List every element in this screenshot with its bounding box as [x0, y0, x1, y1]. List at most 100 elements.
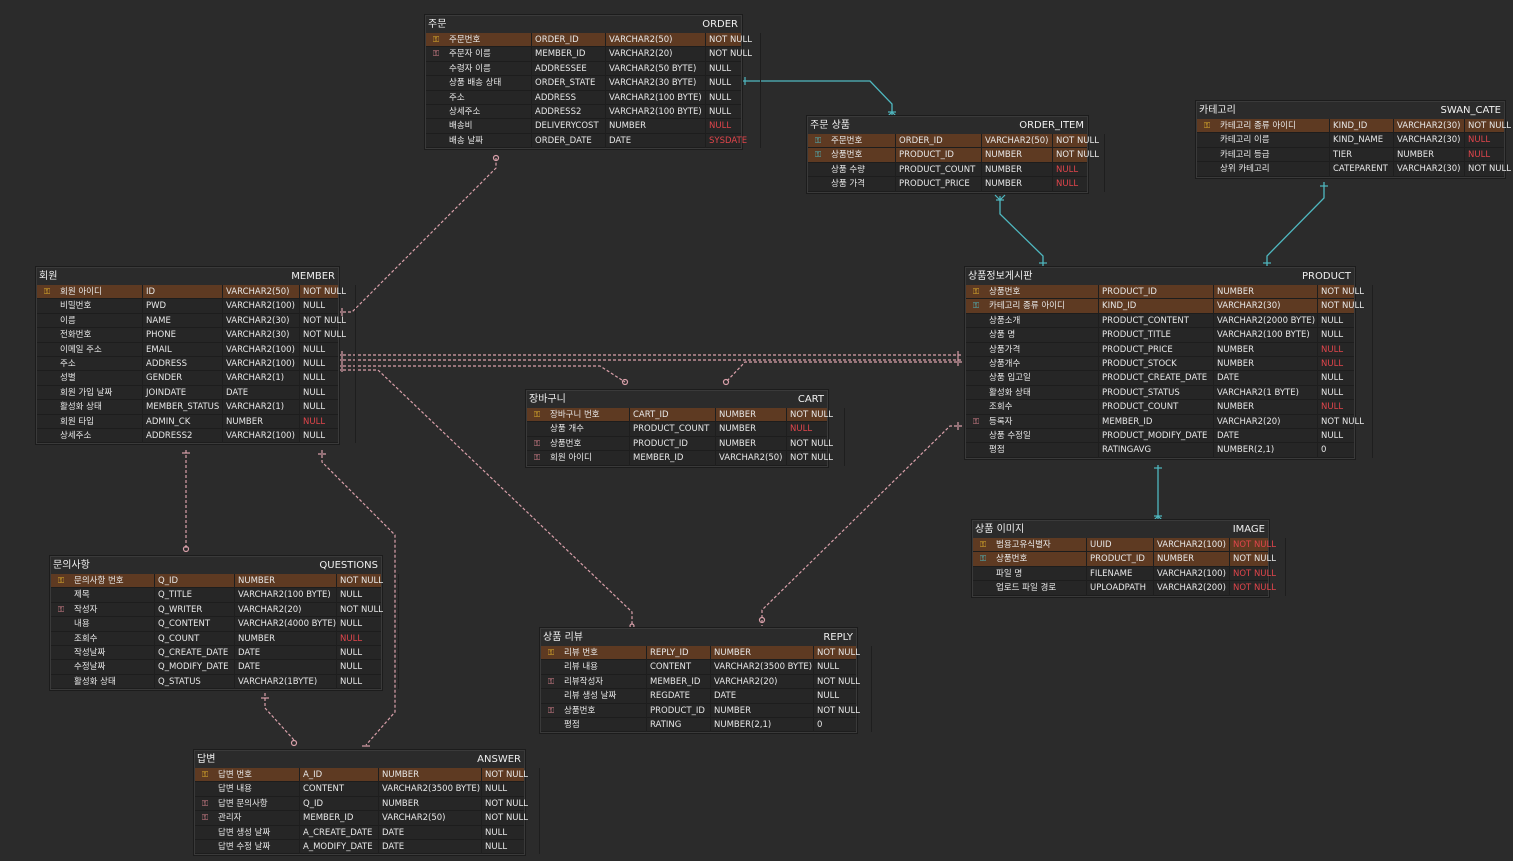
- column-row[interactable]: 상세주소 ADDRESS2 VARCHAR2(100 BYTE) NULL: [426, 104, 761, 120]
- column-row[interactable]: 상품 수량 PRODUCT_COUNT NUMBER NULL: [808, 162, 1105, 178]
- column-row[interactable]: 답변 수정 날짜 A_MODIFY_DATE DATE NULL: [195, 839, 540, 855]
- column-row[interactable]: ⚿ 회원 아이디 MEMBER_ID VARCHAR2(50) NOT NULL: [527, 451, 845, 466]
- column-row[interactable]: 리뷰 내용 CONTENT VARCHAR2(3500 BYTE) NULL: [541, 660, 872, 675]
- table-order-item[interactable]: 주문 상품 ORDER_ITEM ⚿ 주문번호 ORDER_ID VARCHAR2(50)…: [807, 116, 1105, 193]
- column-row[interactable]: 리뷰 생성 날짜 REGDATE DATE NULL: [541, 689, 872, 704]
- column-row[interactable]: 전화번호 PHONE VARCHAR2(30) NOT NULL: [37, 328, 356, 343]
- column-row[interactable]: ⚿ 리뷰 번호 REPLY_ID NUMBER NOT NULL: [541, 646, 872, 661]
- column-row[interactable]: ⚿ 관리자 MEMBER_ID VARCHAR2(50) NOT NULL: [195, 811, 540, 826]
- column-row[interactable]: 조회수 Q_COUNT NUMBER NULL: [51, 631, 399, 646]
- column-row[interactable]: 상품 입고일 PRODUCT_CREATE_DATE DATE NULL: [966, 371, 1373, 386]
- column-row[interactable]: 상위 카테고리 CATEPARENT VARCHAR2(30) NOT NULL: [1197, 162, 1511, 177]
- column-row[interactable]: 주소 ADDRESS VARCHAR2(100 BYTE) NULL: [426, 90, 761, 105]
- column-row[interactable]: 수정날짜 Q_MODIFY_DATE DATE NULL: [51, 660, 399, 675]
- column-row[interactable]: 상품소개 PRODUCT_CONTENT VARCHAR2(2000 BYTE) NU…: [966, 313, 1373, 329]
- column-row[interactable]: 성별 GENDER VARCHAR2(1) NULL: [37, 371, 356, 386]
- column-logical-name: 리뷰작성자: [561, 674, 647, 690]
- column-row[interactable]: ⚿ 등록자 MEMBER_ID VARCHAR2(20) NOT NULL: [966, 414, 1373, 429]
- column-row[interactable]: 상품 개수 PRODUCT_COUNT NUMBER NULL: [527, 422, 845, 437]
- column-row[interactable]: 배송 날짜 ORDER_DATE DATE SYSDATE: [426, 133, 761, 149]
- column-row[interactable]: ⚿ 주문번호 ORDER_ID VARCHAR2(50) NOT NULL: [426, 33, 761, 48]
- column-row[interactable]: 상품 수정일 PRODUCT_MODIFY_DATE DATE NULL: [966, 428, 1373, 444]
- column-row[interactable]: 활성화 상태 PRODUCT_STATUS VARCHAR2(1 BYTE) NULL: [966, 385, 1373, 401]
- column-row[interactable]: 상품 배송 상태 ORDER_STATE VARCHAR2(30 BYTE) NULL: [426, 76, 761, 91]
- column-row[interactable]: 상품 가격 PRODUCT_PRICE NUMBER NULL: [808, 177, 1105, 192]
- column-row[interactable]: ⚿ 회원 아이디 ID VARCHAR2(50) NOT NULL: [37, 285, 356, 300]
- column-row[interactable]: 활성화 상태 MEMBER_STATUS VARCHAR2(1) NULL: [37, 400, 356, 415]
- column-row[interactable]: 내용 Q_CONTENT VARCHAR2(4000 BYTE) NULL: [51, 617, 399, 632]
- column-row[interactable]: 회원 타입 ADMIN_CK NUMBER NULL: [37, 414, 356, 429]
- column-row[interactable]: ⚿ 주문번호 ORDER_ID VARCHAR2(50) NOT NULL: [808, 134, 1105, 149]
- column-physical-name: JOINDATE: [143, 385, 223, 401]
- column-logical-name: 회원 타입: [57, 414, 143, 429]
- foreign-key-icon: ⚿: [201, 798, 209, 808]
- column-row[interactable]: 상품개수 PRODUCT_STOCK NUMBER NULL: [966, 356, 1373, 372]
- column-nullable: NOT NULL: [706, 47, 761, 62]
- column-row[interactable]: 상품가격 PRODUCT_PRICE NUMBER NULL: [966, 342, 1373, 357]
- column-row[interactable]: 평점 RATING NUMBER(2,1) 0: [541, 717, 872, 733]
- column-row[interactable]: 카테고리 이름 KIND_NAME VARCHAR2(30) NULL: [1197, 133, 1504, 148]
- column-row[interactable]: 이메일 주소 EMAIL VARCHAR2(100) NULL: [37, 342, 356, 357]
- column-row[interactable]: ⚿ 상품번호 PRODUCT_ID NUMBER NOT NULL: [966, 285, 1373, 300]
- table-questions[interactable]: 문의사항 QUESTIONS ⚿ 문의사항 번호 Q_ID NUMBER NOT NULL 제…: [50, 556, 399, 691]
- column-row[interactable]: 제목 Q_TITLE VARCHAR2(100 BYTE) NULL: [51, 588, 399, 603]
- column-row[interactable]: 비밀번호 PWD VARCHAR2(100) NULL: [37, 299, 356, 314]
- column-row[interactable]: 배송비 DELIVERYCOST NUMBER NULL: [426, 119, 761, 134]
- column-row[interactable]: ⚿ 답변 번호 A_ID NUMBER NOT NULL: [195, 768, 540, 783]
- column-physical-name: PRODUCT_TITLE: [1099, 328, 1214, 343]
- column-row[interactable]: 조회수 PRODUCT_COUNT NUMBER NULL: [966, 400, 1373, 415]
- table-cart[interactable]: 장바구니 CART ⚿ 장바구니 번호 CART_ID NUMBER NOT NULL 상품 …: [526, 390, 845, 467]
- column-nullable: NULL: [1318, 342, 1373, 357]
- column-type: VARCHAR2(100 BYTE): [606, 90, 706, 105]
- column-physical-name: Q_COUNT: [155, 631, 235, 646]
- column-logical-name: 관리자: [215, 811, 300, 826]
- column-row[interactable]: 이름 NAME VARCHAR2(30) NOT NULL: [37, 313, 356, 329]
- column-type: NUMBER: [982, 177, 1053, 192]
- column-row[interactable]: 파일 명 FILENAME VARCHAR2(100) NOT NULL: [973, 566, 1286, 582]
- column-row[interactable]: ⚿ 카테고리 종류 아이디 KIND_ID VARCHAR2(30) NOT NULL: [1197, 119, 1511, 134]
- column-logical-name: 상품번호: [828, 148, 896, 163]
- table-order[interactable]: 주문 ORDER ⚿ 주문번호 ORDER_ID VARCHAR2(50) NOT NULL…: [425, 15, 761, 150]
- column-row[interactable]: 주소 ADDRESS VARCHAR2(100) NULL: [37, 356, 356, 372]
- column-row[interactable]: 작성날짜 Q_CREATE_DATE DATE NULL: [51, 645, 399, 661]
- column-row[interactable]: 카테고리 등급 TIER NUMBER NULL: [1197, 147, 1504, 163]
- table-answer[interactable]: 답변 ANSWER ⚿ 답변 번호 A_ID NUMBER NOT NULL 답변 내용 CON…: [194, 750, 540, 856]
- table-product[interactable]: 상품정보게시판 PRODUCT ⚿ 상품번호 PRODUCT_ID NUMBER NOT N…: [965, 267, 1373, 459]
- column-row[interactable]: ⚿ 리뷰작성자 MEMBER_ID VARCHAR2(20) NOT NULL: [541, 674, 872, 690]
- table-header: 주문 ORDER: [426, 16, 741, 33]
- column-row[interactable]: 답변 내용 CONTENT VARCHAR2(3500 BYTE) NULL: [195, 782, 540, 797]
- column-row[interactable]: 상품 명 PRODUCT_TITLE VARCHAR2(100 BYTE) NULL: [966, 328, 1373, 343]
- table-reply[interactable]: 상품 리뷰 REPLY ⚿ 리뷰 번호 REPLY_ID NUMBER NOT NULL 리뷰…: [540, 628, 872, 734]
- column-nullable: NOT NULL: [1318, 299, 1373, 314]
- column-logical-name: 상품개수: [986, 356, 1099, 372]
- table-logical-name: 회원: [39, 271, 58, 282]
- column-row[interactable]: 활성화 상태 Q_STATUS VARCHAR2(1BYTE) NULL: [51, 674, 399, 690]
- table-swan-cate[interactable]: 카테고리 SWAN_CATE ⚿ 카테고리 종류 아이디 KIND_ID VARCHAR2…: [1196, 101, 1511, 178]
- column-row[interactable]: ⚿ 범용고유식별자 UUID VARCHAR2(100) NOT NULL: [973, 538, 1286, 553]
- column-row[interactable]: ⚿ 장바구니 번호 CART_ID NUMBER NOT NULL: [527, 408, 845, 423]
- column-row[interactable]: ⚿ 상품번호 PRODUCT_ID NUMBER NOT NULL: [973, 552, 1286, 567]
- column-row[interactable]: ⚿ 작성자 Q_WRITER VARCHAR2(20) NOT NULL: [51, 602, 399, 618]
- column-row[interactable]: 회원 가입 날짜 JOINDATE DATE NULL: [37, 385, 356, 401]
- column-row[interactable]: ⚿ 상품번호 PRODUCT_ID NUMBER NOT NULL: [527, 436, 845, 452]
- column-row[interactable]: ⚿ 상품번호 PRODUCT_ID NUMBER NOT NULL: [541, 703, 872, 718]
- column-row[interactable]: ⚿ 주문자 이름 MEMBER_ID VARCHAR2(20) NOT NULL: [426, 47, 761, 62]
- column-row[interactable]: 업로드 파일 경로 UPLOADPATH VARCHAR2(200) NOT NULL: [973, 581, 1286, 596]
- table-image[interactable]: 상품 이미지 IMAGE ⚿ 범용고유식별자 UUID VARCHAR2(100) NOT …: [972, 520, 1286, 597]
- column-type: DATE: [1214, 428, 1318, 444]
- column-row[interactable]: ⚿ 카테고리 종류 아이디 KIND_ID VARCHAR2(30) NOT NULL: [966, 299, 1373, 314]
- column-row[interactable]: 답변 생성 날짜 A_CREATE_DATE DATE NULL: [195, 825, 540, 840]
- table-physical-name: MEMBER: [291, 271, 335, 282]
- table-header: 회원 MEMBER: [37, 268, 338, 285]
- column-nullable: NULL: [1318, 356, 1373, 372]
- table-member[interactable]: 회원 MEMBER ⚿ 회원 아이디 ID VARCHAR2(50) NOT NULL 비밀번…: [36, 267, 356, 445]
- column-row[interactable]: ⚿ 답변 문의사항 Q_ID NUMBER NOT NULL: [195, 796, 540, 812]
- column-row[interactable]: ⚿ 상품번호 PRODUCT_ID NUMBER NOT NULL: [808, 148, 1105, 163]
- column-row[interactable]: 평점 RATINGAVG NUMBER(2,1) 0: [966, 443, 1373, 458]
- column-logical-name: 비밀번호: [57, 299, 143, 314]
- column-logical-name: 등록자: [986, 414, 1099, 429]
- column-row[interactable]: 수령자 이름 ADDRESSEE VARCHAR2(50 BYTE) NULL: [426, 61, 761, 77]
- column-row[interactable]: 상세주소 ADDRESS2 VARCHAR2(100) NULL: [37, 428, 356, 444]
- column-row[interactable]: ⚿ 문의사항 번호 Q_ID NUMBER NOT NULL: [51, 574, 399, 589]
- column-physical-name: A_CREATE_DATE: [300, 825, 379, 840]
